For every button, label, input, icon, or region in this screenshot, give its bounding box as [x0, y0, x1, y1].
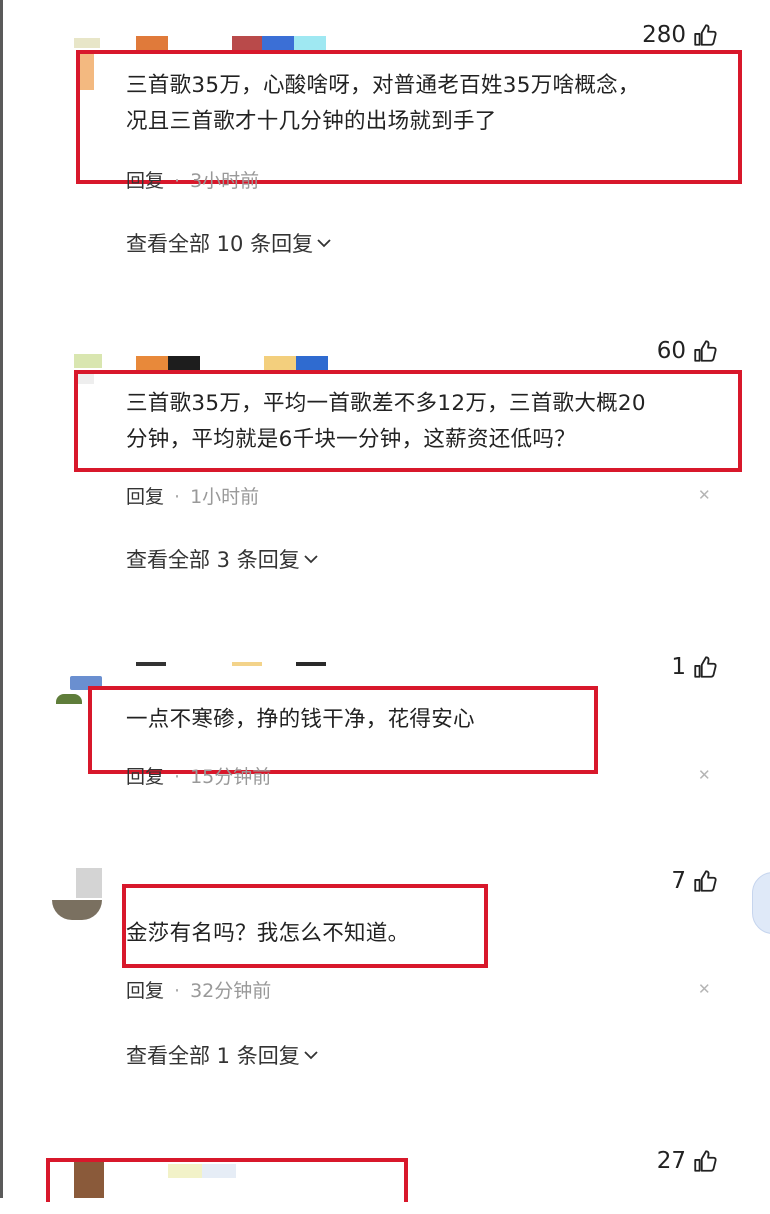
close-icon[interactable]: ✕	[698, 980, 711, 998]
like-count: 60	[656, 338, 686, 364]
like-button[interactable]: 1	[671, 654, 718, 680]
comment-text: 金莎有名吗？我怎么不知道。	[126, 916, 409, 952]
close-icon[interactable]: ✕	[698, 766, 711, 784]
view-all-label: 查看全部 10 条回复	[126, 232, 314, 256]
timestamp: 32分钟前	[190, 980, 272, 1002]
like-button[interactable]: 60	[657, 338, 718, 364]
chevron-down-icon	[317, 238, 331, 247]
comment-text-line: 分钟，平均就是6千块一分钟，这薪资还低吗？	[126, 427, 576, 452]
comment-text-line: 金莎有名吗？我怎么不知道。	[126, 921, 410, 946]
reply-button[interactable]: 回复	[126, 170, 164, 192]
like-count: 280	[642, 22, 686, 48]
separator-dot: ·	[174, 766, 181, 788]
username-masked	[136, 662, 336, 676]
username-masked	[136, 356, 336, 370]
comment-text-line: 三首歌35万，心酸啥呀，对普通老百姓35万啥概念，	[126, 73, 640, 98]
thumbs-up-icon	[694, 24, 717, 46]
timestamp: 3小时前	[190, 170, 260, 192]
username-masked	[136, 36, 336, 50]
comment-meta: 回复 · 1小时前	[126, 482, 259, 509]
like-count: 27	[656, 1148, 686, 1174]
separator-dot: ·	[174, 980, 181, 1002]
thumbs-up-icon	[694, 656, 717, 678]
comment-text-line: 一点不寒碜，挣的钱干净，花得安心	[126, 707, 475, 732]
view-all-label: 查看全部 1 条回复	[126, 1044, 300, 1068]
like-count: 7	[671, 868, 686, 894]
like-button[interactable]: 27	[657, 1148, 718, 1174]
like-count: 1	[671, 654, 686, 680]
timestamp: 15分钟前	[190, 766, 272, 788]
view-all-replies[interactable]: 查看全部 10 条回复	[126, 228, 331, 258]
chevron-down-icon	[304, 1050, 318, 1059]
thumbs-up-icon	[694, 340, 717, 362]
comment-text: 三首歌35万，平均一首歌差不多12万，三首歌大概20 分钟，平均就是6千块一分钟…	[126, 386, 646, 458]
like-button[interactable]: 7	[671, 868, 718, 894]
thumbs-up-icon	[694, 1150, 717, 1172]
chevron-down-icon	[304, 554, 318, 563]
comment-text-line: 三首歌35万，平均一首歌差不多12万，三首歌大概20	[126, 391, 646, 416]
window-edge	[0, 0, 3, 1198]
reply-button[interactable]: 回复	[126, 766, 164, 788]
separator-dot: ·	[174, 170, 181, 192]
reply-button[interactable]: 回复	[126, 980, 164, 1002]
floating-action-button[interactable]	[752, 872, 770, 934]
timestamp: 1小时前	[190, 486, 260, 508]
avatar[interactable]	[52, 868, 102, 920]
close-icon[interactable]: ✕	[698, 486, 711, 504]
comment-meta: 回复 · 3小时前	[126, 166, 259, 193]
reply-button[interactable]: 回复	[126, 486, 164, 508]
view-all-replies[interactable]: 查看全部 3 条回复	[126, 544, 318, 574]
comment-text: 三首歌35万，心酸啥呀，对普通老百姓35万啥概念， 况且三首歌才十几分钟的出场就…	[126, 68, 640, 140]
like-button[interactable]: 280	[642, 22, 718, 48]
comment-text: 一点不寒碜，挣的钱干净，花得安心	[126, 702, 475, 738]
view-all-replies[interactable]: 查看全部 1 条回复	[126, 1040, 318, 1070]
comment-meta: 回复 · 32分钟前	[126, 976, 271, 1003]
view-all-label: 查看全部 3 条回复	[126, 548, 300, 572]
comment-meta: 回复 · 15分钟前	[126, 762, 271, 789]
separator-dot: ·	[174, 486, 181, 508]
comment-text-line: 况且三首歌才十几分钟的出场就到手了	[126, 109, 497, 134]
highlight-box	[46, 1158, 408, 1202]
thumbs-up-icon	[694, 870, 717, 892]
